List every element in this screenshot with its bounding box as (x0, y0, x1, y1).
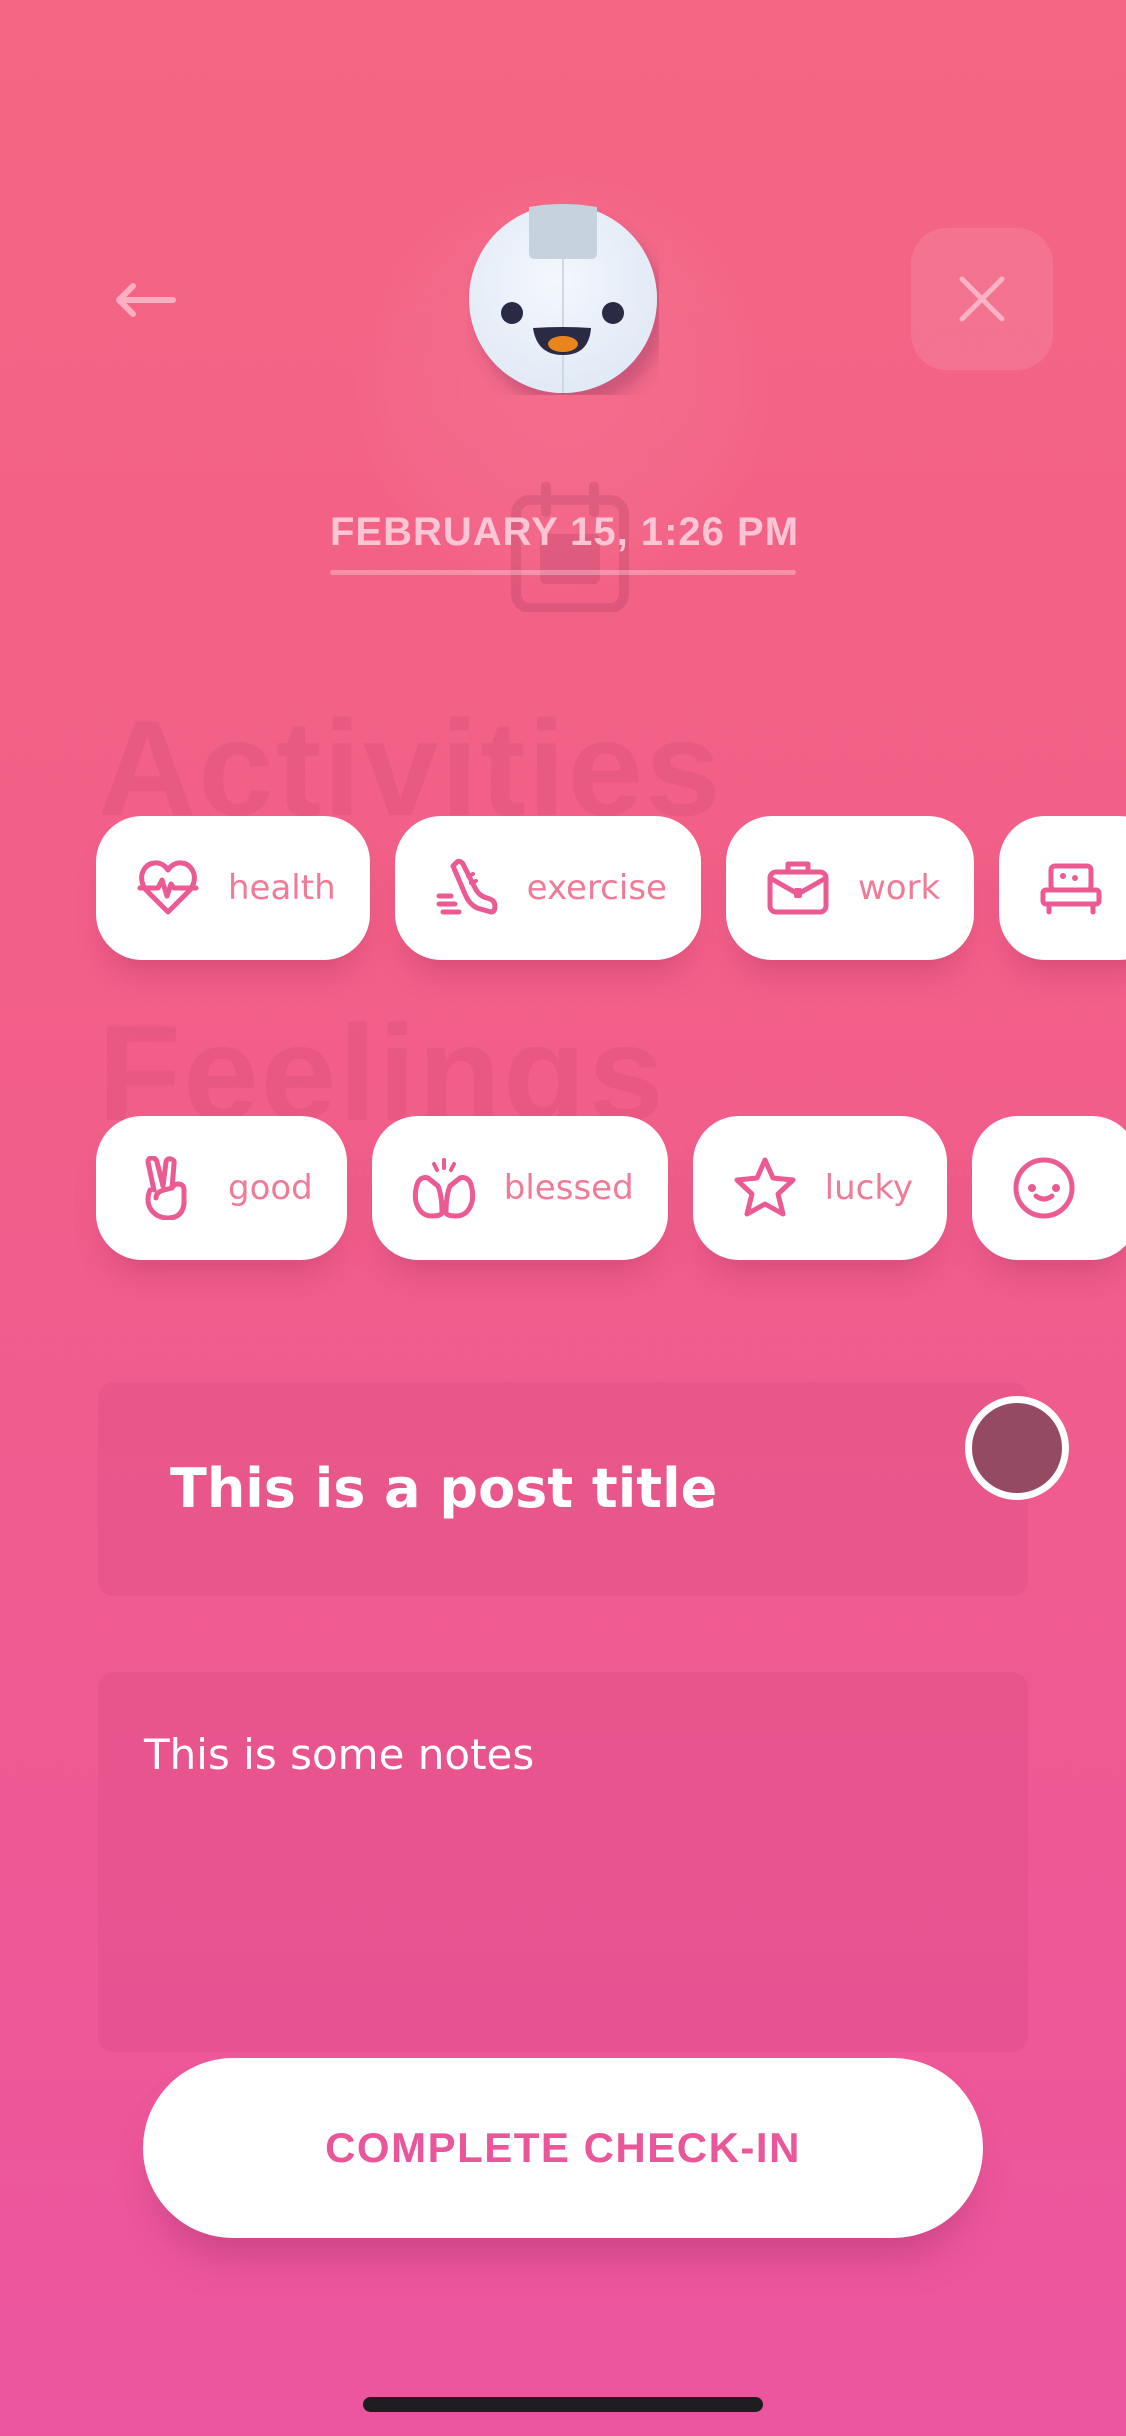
activity-label: health (228, 868, 336, 908)
raised-hands-icon (412, 1158, 475, 1219)
running-shoe-icon (436, 858, 498, 915)
feeling-chip-blessed[interactable]: blessed (371, 1116, 668, 1260)
activities-list: health exercise work (96, 816, 1126, 960)
feeling-label: good (228, 1168, 313, 1208)
post-title-text[interactable]: This is a post title (170, 1457, 717, 1520)
activity-label: exercise (526, 868, 667, 908)
activity-chip-work[interactable]: work (725, 816, 975, 960)
close-button[interactable] (911, 228, 1053, 370)
date-underline (330, 570, 796, 575)
feeling-label: blessed (503, 1168, 634, 1208)
notes-input[interactable]: This is some notes (98, 1672, 1028, 2052)
feeling-label: lucky (824, 1168, 913, 1208)
complete-check-in-label: COMPLETE CHECK-IN (325, 2124, 801, 2171)
bed-icon (1040, 863, 1102, 915)
notes-text[interactable]: This is some notes (144, 1730, 534, 1779)
activity-label: work (857, 868, 941, 908)
arrow-left-icon (116, 283, 176, 317)
home-indicator[interactable] (363, 2397, 763, 2412)
date-picker[interactable]: FEBRUARY 15, 1:26 PM (330, 470, 798, 620)
activity-chip-exercise[interactable]: exercise (394, 816, 701, 960)
mascot-face-icon[interactable] (467, 203, 659, 395)
heart-pulse-icon (137, 860, 199, 915)
star-icon (734, 1157, 796, 1217)
feeling-chip-good[interactable]: good (96, 1116, 347, 1260)
activity-chip-sleep[interactable] (999, 816, 1126, 960)
date-label[interactable]: FEBRUARY 15, 1:26 PM (330, 510, 798, 555)
smiley-face-icon (1013, 1157, 1075, 1219)
back-button[interactable] (100, 255, 190, 345)
complete-check-in-button[interactable]: COMPLETE CHECK-IN (143, 2058, 983, 2238)
peace-hand-icon (145, 1156, 187, 1220)
feeling-chip-content[interactable] (971, 1116, 1126, 1260)
close-x-icon (959, 276, 1005, 322)
feelings-list: good blessed lucky (96, 1116, 1126, 1260)
feeling-chip-lucky[interactable]: lucky (692, 1116, 947, 1260)
color-picker-button[interactable] (965, 1396, 1069, 1500)
activity-chip-health[interactable]: health (96, 816, 370, 960)
post-title-input[interactable]: This is a post title (98, 1382, 1028, 1596)
briefcase-icon (767, 861, 829, 915)
